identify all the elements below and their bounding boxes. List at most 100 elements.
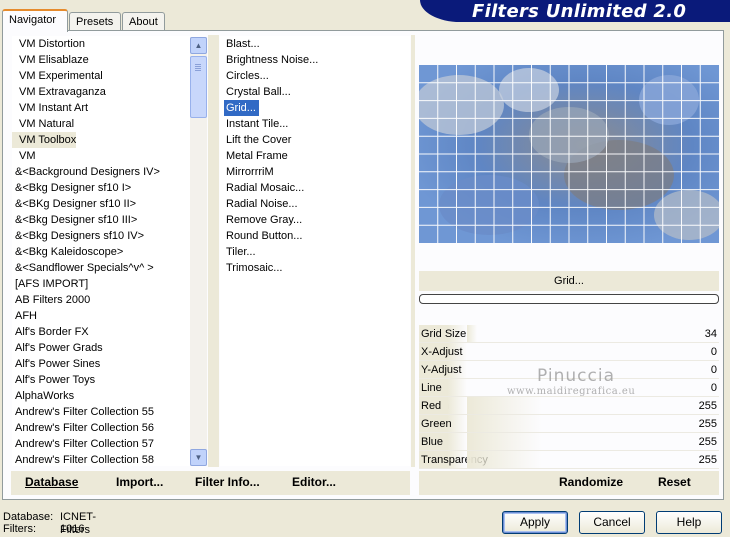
parameter-list: Grid Size 34 X-Adjust 0 Y-Adjust 0 Line Width 0… [419, 325, 719, 469]
category-item[interactable]: &<Bkg Kaleidoscope> [12, 244, 123, 260]
category-item[interactable]: &<Bkg Designer sf10 I> [12, 180, 131, 196]
category-item[interactable]: VM Toolbox [12, 132, 77, 148]
apply-button[interactable]: Apply [502, 511, 568, 534]
category-item[interactable]: Alf's Power Toys [12, 372, 95, 388]
category-item[interactable]: Andrew's Filter Collection 55 [12, 404, 154, 420]
status-database-label: Database: [3, 511, 54, 523]
param-row[interactable]: Line Width 0 [419, 379, 719, 412]
category-item[interactable]: AB Filters 2000 [12, 292, 90, 308]
tab-presets[interactable]: Presets [69, 12, 121, 31]
filter-item[interactable]: MirrorrriM [220, 164, 274, 180]
help-button[interactable]: Help [656, 511, 722, 534]
param-value: 34 [704, 328, 717, 340]
filter-info-button[interactable]: Filter Info... [195, 471, 260, 493]
preview-filter-name: Grid... [419, 271, 719, 291]
param-name: Red [419, 397, 467, 414]
tab-about[interactable]: About [122, 12, 165, 31]
category-list[interactable]: VM Distortion VM Elisablaze VM Experimenta… [12, 36, 190, 466]
reset-button[interactable]: Reset [658, 471, 691, 493]
category-item[interactable]: VM Instant Art [12, 100, 88, 116]
param-row[interactable]: Red 255 [419, 397, 719, 415]
param-value: 255 [698, 436, 717, 448]
param-name: Y-Adjust [419, 361, 467, 378]
filter-item[interactable]: Grid... [223, 99, 260, 117]
category-item[interactable]: VM Natural [12, 116, 74, 132]
param-value: 0 [710, 364, 717, 376]
category-item[interactable]: Alf's Border FX [12, 324, 89, 340]
editor-button[interactable]: Editor... [292, 471, 336, 493]
category-item[interactable]: VM Experimental [12, 68, 103, 84]
param-name: Blue [419, 433, 467, 450]
scroll-down-button[interactable]: ▼ [190, 449, 207, 466]
param-slider-fill [467, 433, 542, 450]
category-item[interactable]: VM Distortion [12, 36, 85, 52]
left-action-bar: Database Import... Filter Info... Editor… [11, 471, 410, 495]
category-scrollbar[interactable]: ▲ ▼ [190, 37, 207, 466]
filter-item[interactable]: Metal Frame [220, 148, 288, 164]
param-value: 255 [698, 400, 717, 412]
category-item[interactable]: &<Background Designers IV> [12, 164, 160, 180]
title-banner: Filters Unlimited 2.0 [420, 0, 730, 22]
database-button[interactable]: Database [25, 471, 78, 493]
filter-item[interactable]: Blast... [220, 36, 260, 52]
chevron-up-icon: ▲ [194, 41, 203, 50]
category-item[interactable]: Alf's Power Sines [12, 356, 100, 372]
param-value: 255 [698, 454, 717, 466]
category-item[interactable]: &<BKg Designer sf10 II> [12, 196, 136, 212]
filter-item[interactable]: Circles... [220, 68, 269, 84]
category-item[interactable]: &<Sandflower Specials^v^ > [12, 260, 154, 276]
category-item[interactable]: Andrew's Filter Collection 58 [12, 452, 154, 466]
filter-item[interactable]: Instant Tile... [220, 116, 288, 132]
category-item[interactable]: Alf's Power Grads [12, 340, 103, 356]
param-name: Grid Size [419, 325, 467, 342]
filter-item[interactable]: Remove Gray... [220, 212, 302, 228]
param-row[interactable]: Y-Adjust 0 [419, 361, 719, 379]
scroll-thumb[interactable] [190, 56, 207, 118]
param-slider-fill [467, 397, 542, 414]
right-action-bar: Randomize Reset [419, 471, 719, 495]
grip-icon [195, 64, 201, 65]
list-divider [208, 35, 219, 467]
category-item[interactable]: &<Bkg Designer sf10 III> [12, 212, 137, 228]
filter-preview [419, 65, 719, 243]
param-row[interactable]: Transparency 255 [419, 451, 719, 469]
filter-list[interactable]: Blast... Brightness Noise... Circles... Cry… [220, 36, 410, 466]
banner-title: Filters Unlimited 2.0 [472, 1, 687, 22]
filter-item[interactable]: Radial Mosaic... [220, 180, 304, 196]
status-filters-value: 1016 [60, 523, 85, 535]
category-item[interactable]: Andrew's Filter Collection 57 [12, 436, 154, 452]
param-row[interactable]: X-Adjust 0 [419, 343, 719, 361]
category-item[interactable]: Andrew's Filter Collection 56 [12, 420, 154, 436]
param-name: X-Adjust [419, 343, 467, 360]
param-name: Transparency [419, 451, 488, 468]
randomize-button[interactable]: Randomize [559, 471, 623, 493]
param-slider-fill [467, 415, 542, 432]
category-item[interactable]: AlphaWorks [12, 388, 74, 404]
category-item[interactable]: VM Elisablaze [12, 52, 89, 68]
scroll-up-button[interactable]: ▲ [190, 37, 207, 54]
filter-item[interactable]: Radial Noise... [220, 196, 298, 212]
param-name: Line Width [419, 379, 467, 412]
param-slider-fill [467, 451, 542, 468]
filter-item[interactable]: Trimosaic... [220, 260, 282, 276]
filter-item[interactable]: Brightness Noise... [220, 52, 318, 68]
filter-item[interactable]: Round Button... [220, 228, 302, 244]
param-row[interactable]: Green 255 [419, 415, 719, 433]
navigator-panel: VM Distortion VM Elisablaze VM Experimenta… [2, 30, 724, 500]
tab-navigator[interactable]: Navigator [2, 9, 68, 32]
filter-item[interactable]: Crystal Ball... [220, 84, 291, 100]
status-filters-label: Filters: [3, 523, 36, 535]
import-button[interactable]: Import... [116, 471, 163, 493]
param-row[interactable]: Blue 255 [419, 433, 719, 451]
filter-item[interactable]: Lift the Cover [220, 132, 291, 148]
category-item[interactable]: &<Bkg Designers sf10 IV> [12, 228, 144, 244]
category-item[interactable]: VM Extravaganza [12, 84, 106, 100]
param-value: 0 [710, 346, 717, 358]
category-item[interactable]: VM [12, 148, 36, 164]
cancel-button[interactable]: Cancel [579, 511, 645, 534]
param-row[interactable]: Grid Size 34 [419, 325, 719, 343]
filter-item[interactable]: Tiler... [220, 244, 256, 260]
category-item[interactable]: [AFS IMPORT] [12, 276, 88, 292]
category-item[interactable]: AFH [12, 308, 37, 324]
status-filters: Filters: 1016 [3, 523, 84, 536]
